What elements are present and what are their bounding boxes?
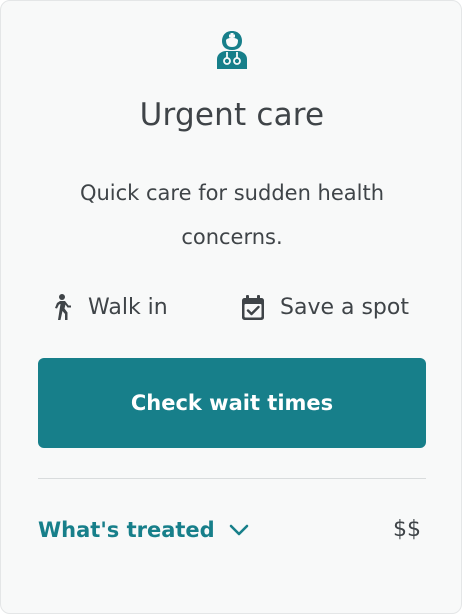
option-save-a-spot-label: Save a spot xyxy=(280,294,409,320)
walking-person-icon xyxy=(55,294,71,320)
option-walk-in-label: Walk in xyxy=(88,294,168,320)
whats-treated-toggle[interactable]: What's treated xyxy=(38,513,251,547)
option-walk-in: Walk in xyxy=(48,289,168,325)
option-save-a-spot: Save a spot xyxy=(240,289,409,325)
card-description: Quick care for sudden health concerns. xyxy=(79,181,385,249)
chevron-down-icon xyxy=(229,524,248,536)
card-title: Urgent care xyxy=(139,97,325,133)
price-level: $$ xyxy=(393,517,421,542)
urgent-care-card: Urgent care Quick care for sudden health… xyxy=(0,0,462,614)
divider xyxy=(38,478,426,479)
doctor-icon xyxy=(217,31,247,69)
whats-treated-label: What's treated xyxy=(38,518,215,542)
calendar-check-icon xyxy=(242,295,264,320)
check-wait-times-button[interactable]: Check wait times xyxy=(38,358,426,448)
